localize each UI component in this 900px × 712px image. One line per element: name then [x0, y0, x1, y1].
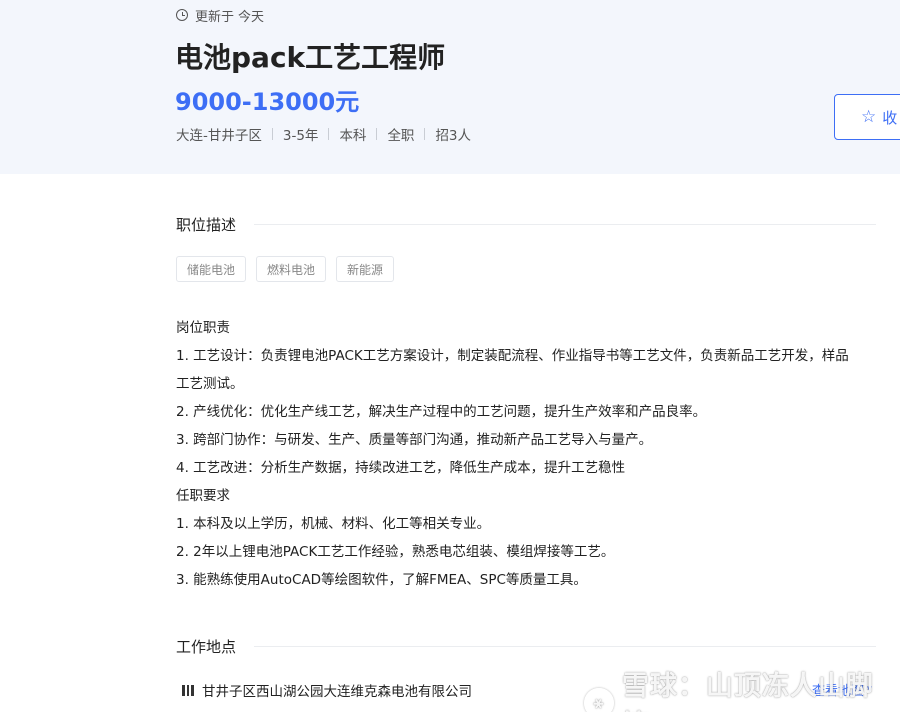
description-line: 岗位职责 [176, 320, 230, 336]
job-detail-page: 更新于 今天 电池pack工艺工程师 9000-13000元 大连-甘井子区 3… [0, 0, 900, 712]
description-line: 工艺测试。 [176, 376, 244, 392]
snowball-logo-icon: ⚹ [584, 688, 614, 712]
work-address: 甘井子区西山湖公园大连维克森电池有限公司 [182, 680, 472, 700]
section-title-location: 工作地点 [176, 638, 237, 656]
view-map-label: 查看地图 [812, 684, 865, 699]
updated-value: 今天 [238, 9, 265, 25]
view-map-link[interactable]: 查看地图 ∨ [812, 680, 873, 699]
star-icon: ☆ [861, 106, 877, 127]
description-line: 4. 工艺改进：分析生产数据，持续改进工艺，降低生产成本，提升工艺稳性 [176, 460, 626, 476]
meta-divider [376, 128, 378, 140]
description-line: 1. 工艺设计：负责锂电池PACK工艺方案设计，制定装配流程、作业指导书等工艺文… [176, 348, 849, 364]
building-icon [182, 684, 195, 696]
meta-divider [424, 128, 426, 140]
meta-location: 大连-甘井子区 [176, 128, 262, 144]
meta-experience: 3-5年 [282, 128, 319, 144]
section-title-description: 职位描述 [176, 216, 237, 234]
meta-divider [328, 128, 330, 140]
meta-education: 本科 [339, 128, 367, 144]
favorite-label: 收 [882, 108, 898, 127]
job-meta: 大连-甘井子区 3-5年 本科 全职 招3人 [176, 124, 471, 144]
description-line: 2. 产线优化：优化生产线工艺，解决生产过程中的工艺问题，提升生产效率和产品良率… [176, 404, 707, 420]
job-description: 岗位职责 1. 工艺设计：负责锂电池PACK工艺方案设计，制定装配流程、作业指导… [176, 314, 876, 594]
description-line: 3. 能熟练使用AutoCAD等绘图软件，了解FMEA、SPC等质量工具。 [176, 572, 587, 588]
tag: 储能电池 [176, 256, 247, 282]
favorite-button[interactable]: ☆ 收 [834, 94, 900, 140]
description-line: 2. 2年以上锂电池PACK工艺工作经验，熟悉电芯组装、模组焊接等工艺。 [176, 544, 615, 560]
section-divider [254, 224, 876, 225]
address-text: 甘井子区西山湖公园大连维克森电池有限公司 [202, 684, 472, 700]
job-header: 更新于 今天 电池pack工艺工程师 9000-13000元 大连-甘井子区 3… [0, 0, 900, 174]
update-info: 更新于 今天 [176, 6, 265, 25]
meta-job-type: 全职 [387, 128, 415, 144]
meta-headcount: 招3人 [435, 128, 472, 144]
meta-divider [271, 128, 273, 140]
tag: 新能源 [336, 256, 395, 282]
description-line: 1. 本科及以上学历，机械、材料、化工等相关专业。 [176, 516, 491, 532]
description-line: 任职要求 [176, 488, 230, 504]
salary: 9000-13000元 [175, 88, 360, 116]
clock-icon [176, 9, 188, 21]
updated-label: 更新于 [195, 9, 235, 25]
job-title: 电池pack工艺工程师 [175, 41, 446, 74]
description-line: 3. 跨部门协作：与研发、生产、质量等部门沟通，推动新产品工艺导入与量产。 [176, 432, 653, 448]
section-divider [254, 646, 876, 647]
tag-list: 储能电池 燃料电池 新能源 [176, 256, 395, 282]
tag: 燃料电池 [256, 256, 327, 282]
chevron-down-icon: ∨ [866, 684, 874, 695]
